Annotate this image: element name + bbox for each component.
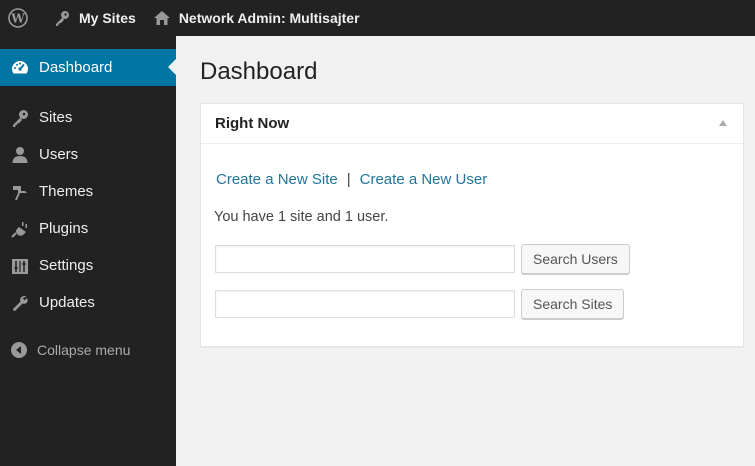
main-content: Dashboard Right Now Create a New Site | … — [176, 36, 755, 466]
svg-text:W: W — [10, 12, 25, 26]
settings-icon — [10, 256, 30, 276]
wrench-icon — [10, 293, 30, 313]
search-sites-row: Search Sites — [215, 289, 625, 319]
create-new-site-link[interactable]: Create a New Site — [216, 171, 338, 188]
sidebar-item-sites[interactable]: Sites — [0, 99, 176, 136]
my-sites-label: My Sites — [79, 10, 136, 26]
sidebar-item-label: Sites — [39, 109, 73, 126]
create-new-user-link[interactable]: Create a New User — [360, 171, 488, 188]
dashboard-icon — [10, 58, 30, 78]
user-icon — [10, 145, 30, 165]
sidebar-item-label: Users — [39, 146, 79, 163]
wp-logo-menu[interactable]: W — [0, 0, 44, 36]
key-icon — [10, 108, 30, 128]
site-user-summary: You have 1 site and 1 user. — [214, 209, 389, 225]
search-users-row: Search Users — [215, 244, 630, 274]
network-admin-label: Network Admin: Multisajter — [178, 10, 360, 26]
collapse-menu-button[interactable]: Collapse menu — [0, 333, 176, 367]
brush-icon — [10, 182, 30, 202]
widget-toggle-arrow-icon[interactable] — [719, 120, 727, 126]
quick-links: Create a New Site | Create a New User — [216, 171, 487, 188]
collapse-arrow-icon — [10, 341, 28, 359]
search-users-button[interactable]: Search Users — [521, 244, 630, 274]
sidebar-item-updates[interactable]: Updates — [0, 284, 176, 321]
sidebar-item-users[interactable]: Users — [0, 136, 176, 173]
sidebar-item-label: Updates — [39, 294, 95, 311]
my-sites-menu[interactable]: My Sites — [44, 0, 144, 36]
search-sites-input[interactable] — [215, 290, 515, 318]
sidebar-item-plugins[interactable]: Plugins — [0, 210, 176, 247]
sidebar-item-themes[interactable]: Themes — [0, 173, 176, 210]
search-users-input[interactable] — [215, 245, 515, 273]
wordpress-logo-icon: W — [8, 8, 28, 28]
widget-header[interactable]: Right Now — [201, 104, 743, 144]
right-now-widget: Right Now Create a New Site | Create a N… — [200, 103, 744, 347]
sidebar-item-label: Themes — [39, 183, 94, 200]
widget-title: Right Now — [215, 115, 290, 132]
sidebar-item-label: Plugins — [39, 220, 89, 237]
sidebar-item-label: Settings — [39, 257, 94, 274]
link-separator: | — [346, 171, 351, 188]
sidebar-item-settings[interactable]: Settings — [0, 247, 176, 284]
plug-icon — [10, 219, 30, 239]
key-icon — [52, 8, 72, 28]
network-admin-menu[interactable]: Network Admin: Multisajter — [144, 0, 368, 36]
sidebar-item-label: Dashboard — [39, 59, 113, 76]
admin-sidebar: Dashboard Sites Users Themes Plugins Set… — [0, 36, 176, 466]
admin-bar: W My Sites Network Admin: Multisajter — [0, 0, 755, 36]
menu-separator — [0, 86, 176, 99]
page-title: Dashboard — [200, 58, 318, 85]
search-sites-button[interactable]: Search Sites — [521, 289, 625, 319]
collapse-menu-label: Collapse menu — [37, 342, 131, 358]
sidebar-item-dashboard[interactable]: Dashboard — [0, 49, 176, 86]
home-icon — [152, 8, 172, 28]
